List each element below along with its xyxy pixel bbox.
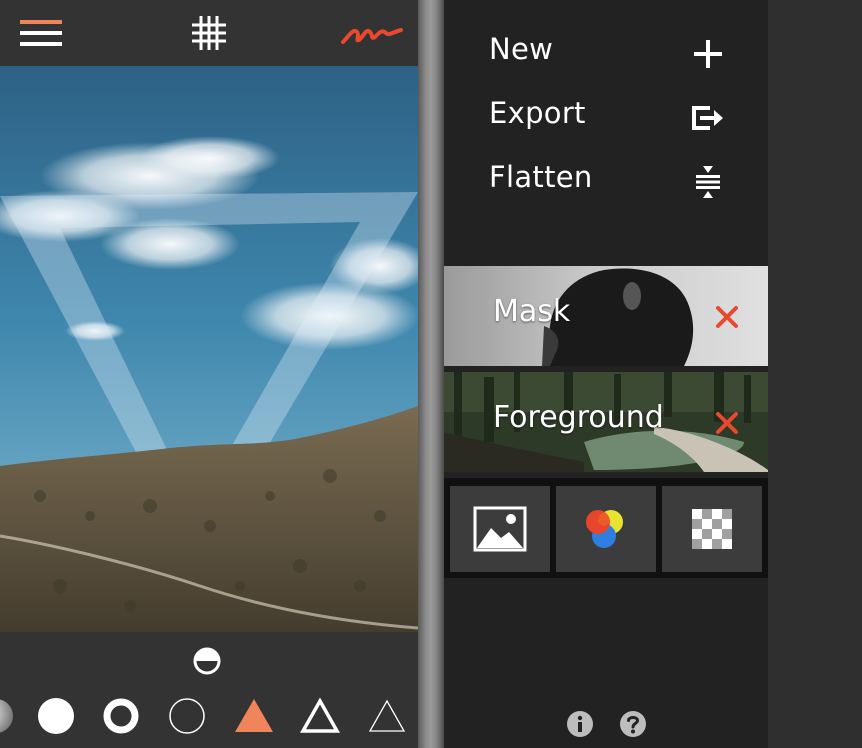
info-icon[interactable]: [566, 710, 594, 738]
grid-icon: [192, 16, 226, 50]
filled-circle-icon: [38, 698, 74, 734]
panel-divider[interactable]: [418, 0, 444, 748]
hamburger-menu-icon: [20, 20, 62, 46]
help-icon[interactable]: [619, 710, 647, 738]
signature-button[interactable]: [340, 8, 404, 58]
outline-circle-icon: [169, 698, 205, 734]
layer-tools: [444, 478, 768, 578]
shape-toolbar: [0, 632, 418, 748]
filled-circle-button[interactable]: [36, 696, 76, 736]
layer-foreground-label: Foreground: [493, 400, 664, 435]
signature-icon: [341, 28, 403, 44]
sphere-shape-icon: [0, 699, 13, 733]
outline-triangle-button[interactable]: [298, 696, 342, 736]
ring-icon: [103, 698, 139, 734]
image-icon: [473, 506, 527, 552]
export-button[interactable]: Export: [444, 88, 768, 144]
hamburger-menu-button[interactable]: [16, 8, 66, 58]
outline-triangle-icon: [299, 697, 341, 733]
menu-panel: New Export Flatten Mask Foreground: [444, 0, 768, 748]
plus-icon: [694, 40, 722, 68]
transparency-button[interactable]: [662, 486, 762, 572]
delete-foreground-icon[interactable]: [712, 408, 742, 438]
editor-panel: [0, 0, 418, 748]
flatten-button[interactable]: Flatten: [444, 152, 768, 208]
delete-mask-icon[interactable]: [712, 302, 742, 332]
new-label: New: [489, 32, 554, 66]
half-circle-icon: [193, 647, 221, 675]
half-circle-toggle[interactable]: [192, 646, 222, 676]
layer-mask[interactable]: Mask: [444, 266, 768, 366]
new-button[interactable]: New: [444, 24, 768, 80]
ring-button[interactable]: [101, 696, 141, 736]
photo-canvas[interactable]: [0, 66, 418, 632]
flatten-label: Flatten: [489, 160, 593, 194]
editor-toolbar: [0, 0, 418, 66]
export-label: Export: [489, 96, 586, 130]
color-blend-button[interactable]: [556, 486, 656, 572]
add-image-button[interactable]: [450, 486, 550, 572]
thin-triangle-icon: [368, 699, 406, 732]
background-panel: [768, 0, 862, 748]
sphere-shape-button[interactable]: [0, 696, 14, 736]
color-blend-icon: [586, 510, 623, 548]
layer-foreground[interactable]: Foreground: [444, 372, 768, 472]
layer-mask-label: Mask: [493, 294, 571, 329]
filled-triangle-icon: [235, 699, 273, 732]
flatten-icon: [696, 166, 720, 198]
filled-triangle-button[interactable]: [232, 696, 276, 736]
outline-circle-button[interactable]: [167, 696, 207, 736]
export-icon: [692, 106, 723, 130]
thin-triangle-button[interactable]: [365, 696, 409, 736]
grid-button[interactable]: [184, 8, 234, 58]
checkerboard-icon: [692, 509, 732, 549]
